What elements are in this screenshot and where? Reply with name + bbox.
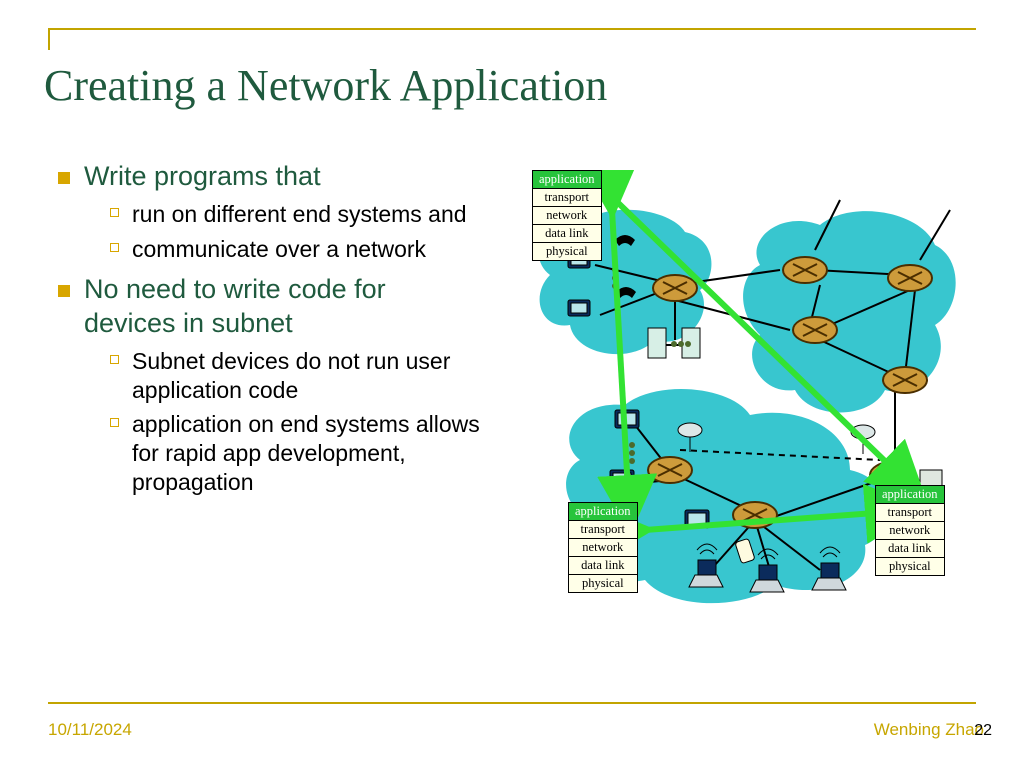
layer-network: network [875, 522, 945, 540]
slide: Creating a Network Application Write pro… [0, 0, 1024, 768]
layer-datalink: data link [568, 557, 638, 575]
stack-bottom-left: application transport network data link … [568, 502, 638, 593]
layer-transport: transport [875, 504, 945, 522]
layer-application: application [875, 485, 945, 504]
bottom-rule [48, 702, 976, 704]
bullet-2-a: Subnet devices do not run user applicati… [108, 347, 484, 405]
slide-title: Creating a Network Application [44, 60, 607, 111]
bullet-2: No need to write code for devices in sub… [44, 273, 484, 496]
bullet-2-text: No need to write code for devices in sub… [84, 274, 386, 338]
layer-physical: physical [532, 243, 602, 261]
page-number: 22 [974, 722, 992, 740]
bullet-1-b: communicate over a network [108, 235, 484, 264]
layer-physical: physical [875, 558, 945, 576]
layer-application: application [568, 502, 638, 521]
footer-author: Wenbing Zhao [874, 720, 984, 740]
layer-datalink: data link [532, 225, 602, 243]
bullet-1-text: Write programs that [84, 161, 321, 191]
stack-top-left: application transport network data link … [532, 170, 602, 261]
footer-date: 10/11/2024 [48, 720, 132, 740]
layer-network: network [532, 207, 602, 225]
bullet-1: Write programs that run on different end… [44, 160, 484, 263]
bullet-2-b: application on end systems allows for ra… [108, 410, 484, 496]
layer-physical: physical [568, 575, 638, 593]
slide-body: Write programs that run on different end… [44, 160, 484, 507]
layer-network: network [568, 539, 638, 557]
top-rule [48, 28, 976, 50]
network-figure: application transport network data link … [520, 170, 965, 620]
layer-application: application [532, 170, 602, 189]
bullet-1-a: run on different end systems and [108, 200, 484, 229]
stack-bottom-right: application transport network data link … [875, 485, 945, 576]
layer-transport: transport [568, 521, 638, 539]
layer-datalink: data link [875, 540, 945, 558]
layer-transport: transport [532, 189, 602, 207]
